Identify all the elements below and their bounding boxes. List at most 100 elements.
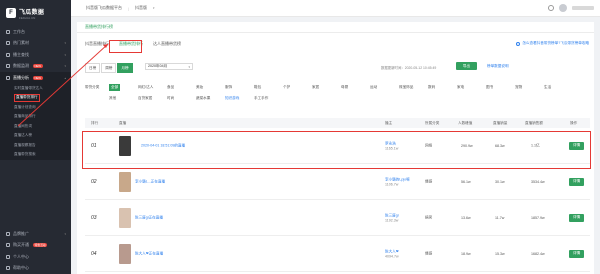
- category-option[interactable]: 百货家居: [138, 95, 167, 101]
- sidebar-subitem-live-sales-rank[interactable]: 直播带货排行: [0, 93, 71, 103]
- sidebar-subitem[interactable]: 直播带货搜索: [0, 150, 71, 160]
- category-option[interactable]: 知识游戏: [225, 95, 254, 101]
- category-option[interactable]: 食品: [167, 84, 196, 90]
- category-option[interactable]: 图书: [486, 84, 515, 90]
- help-icon[interactable]: [548, 5, 554, 11]
- category-option[interactable]: 蔬菜水果: [196, 95, 225, 101]
- category-option[interactable]: 网红/达人: [138, 84, 167, 90]
- category-option[interactable]: 时尚: [167, 95, 196, 101]
- live-thumbnail[interactable]: [119, 171, 131, 192]
- category-option-label: 食品: [167, 84, 175, 89]
- sidebar-subitem[interactable]: 直播观察报告: [0, 140, 71, 150]
- anchor-cell: 李小璐的Lpjo嘛 1106.7w: [385, 177, 410, 186]
- column-header: 播主: [385, 120, 393, 125]
- anchor-name-link[interactable]: 陈大人❤: [385, 249, 399, 253]
- sidebar-item-purchase[interactable]: 购买开通 特惠活动: [0, 240, 71, 252]
- category-option[interactable]: 手工手作: [254, 95, 283, 101]
- sidebar-item-brand[interactable]: 品牌推广 ▾: [0, 228, 71, 240]
- detail-button[interactable]: 详情: [569, 177, 585, 186]
- monitor-icon: [6, 64, 10, 69]
- sidebar-subitem[interactable]: 实时直播带货达人: [0, 83, 71, 93]
- category-option-label: 鞋包: [254, 84, 262, 89]
- category-option-label: 全部: [109, 83, 121, 91]
- fire-icon: [6, 41, 10, 46]
- sidebar-subitem[interactable]: 直播达人榜: [0, 131, 71, 141]
- detail-button[interactable]: 详情: [569, 249, 585, 258]
- category-option[interactable]: 个护: [283, 84, 312, 90]
- live-title-link[interactable]: 陈大人❤正在直播: [135, 251, 163, 256]
- person-icon: [6, 254, 10, 259]
- sidebar-item-find-anchor[interactable]: 播主查找 ▾: [0, 49, 71, 61]
- sidebar-item-live-analysis[interactable]: 直播分析 NEW ▴: [0, 72, 71, 84]
- category-option[interactable]: 其他: [109, 95, 138, 101]
- username-redacted[interactable]: [572, 6, 594, 10]
- category-option[interactable]: 数码: [428, 84, 457, 90]
- rank-number: 02: [91, 178, 97, 185]
- detail-button[interactable]: 详情: [569, 213, 585, 222]
- category-option[interactable]: 美妆: [196, 84, 225, 90]
- sales-volume-cell: 11.7w: [495, 215, 505, 220]
- monthly-rank-button[interactable]: 月榜: [117, 63, 133, 73]
- sidebar-item-monitor[interactable]: 数据监测 NEW ▾: [0, 61, 71, 73]
- column-header: 直播销售额: [525, 120, 543, 125]
- live-thumbnail[interactable]: [119, 207, 131, 228]
- breadcrumb-version[interactable]: 抖音版: [135, 5, 147, 11]
- category-option[interactable]: 家居: [312, 84, 341, 90]
- category-option[interactable]: 全部: [109, 83, 138, 91]
- sidebar-subitem-label: 直播带货排行: [14, 93, 40, 102]
- breadcrumb-separator: |: [128, 5, 130, 11]
- category-option[interactable]: 母婴: [341, 84, 370, 90]
- sidebar-subitem[interactable]: 直播间热词: [0, 121, 71, 131]
- live-icon: [6, 75, 10, 80]
- chevron-down-icon: ▾: [188, 64, 190, 69]
- data-explain-link[interactable]: 榜单数据说明: [487, 64, 509, 69]
- sidebar-item-workbench[interactable]: 工作台: [0, 26, 71, 38]
- new-badge: NEW: [33, 64, 43, 69]
- sidebar-subitem[interactable]: 直播计划查询: [0, 102, 71, 112]
- anchor-name-link[interactable]: 陈三废gi: [385, 213, 399, 217]
- tab-douyin-live-rank[interactable]: 抖音直播排行: [85, 39, 109, 49]
- sidebar-subitem[interactable]: 直播商品排行: [0, 112, 71, 122]
- topbar-right: [548, 4, 600, 12]
- month-select[interactable]: 2020年04月 ▾: [145, 63, 193, 70]
- category-option[interactable]: 珠宝饰品: [399, 84, 428, 90]
- category-option-label: 数码: [428, 84, 436, 89]
- sidebar-nav: 工作台 热门素材 ▾ 播主查找 ▾ 数据监测 NEW ▾ 直播分析 NEW ▴ 实时直播带货…: [0, 26, 71, 160]
- weekly-rank-button[interactable]: 周榜: [101, 63, 117, 73]
- anchor-name-link[interactable]: 李小璐的Lpjo嘛: [385, 177, 410, 181]
- live-title-link[interactable]: 陈三废gi正在直播: [135, 215, 163, 220]
- logo[interactable]: F 飞瓜数据 FEIGUA.CN: [0, 0, 71, 26]
- sidebar-item-hot-material[interactable]: 热门素材 ▾: [0, 38, 71, 50]
- column-header: 直播: [119, 120, 127, 125]
- rank-guide-link[interactable]: 怎么查看抖音带货榜单?飞瓜带货榜单攻略: [516, 41, 589, 46]
- sales-volume-cell: 30.1w: [495, 179, 505, 184]
- category-option[interactable]: 服饰: [225, 84, 254, 90]
- sidebar-item-help[interactable]: 帮助中心: [0, 263, 71, 274]
- category-cell: 情感: [425, 179, 433, 183]
- breadcrumb-platform[interactable]: 抖音版飞瓜数据平台: [86, 5, 122, 11]
- export-button[interactable]: 导出: [456, 62, 477, 70]
- peak-viewers-cell: 18.9w: [461, 251, 471, 256]
- avatar[interactable]: [559, 4, 567, 12]
- anchor-cell: 陈大人❤ 4094.7w: [385, 249, 399, 258]
- sidebar-item-profile[interactable]: 个人中心: [0, 251, 71, 263]
- tab-influencer-live-rank[interactable]: 达人直播带货榜: [153, 39, 181, 49]
- chevron-down-icon: ▾: [64, 231, 66, 236]
- daily-rank-button[interactable]: 日榜: [85, 63, 101, 73]
- category-option-label: 知识游戏: [225, 95, 240, 100]
- category-option-label: 母婴: [341, 84, 349, 89]
- column-header: 操作: [570, 120, 578, 125]
- category-option[interactable]: 宠物: [515, 84, 544, 90]
- live-thumbnail[interactable]: [119, 243, 131, 264]
- sidebar-item-label: 播主查找: [13, 51, 29, 57]
- fans-count: 1192.3w: [385, 218, 399, 222]
- category-option[interactable]: 鞋包: [254, 84, 283, 90]
- category-option-label: 百货家居: [138, 95, 153, 100]
- category-option[interactable]: 运动: [370, 84, 399, 90]
- live-title-link[interactable]: 李小璐L...正在直播: [135, 179, 165, 184]
- sidebar-subitem-label: 直播带货搜索: [14, 152, 36, 157]
- category-option[interactable]: 生活: [544, 84, 573, 90]
- category-option-label: 生活: [544, 84, 552, 89]
- category-option[interactable]: 家电: [457, 84, 486, 90]
- info-icon: [516, 41, 521, 46]
